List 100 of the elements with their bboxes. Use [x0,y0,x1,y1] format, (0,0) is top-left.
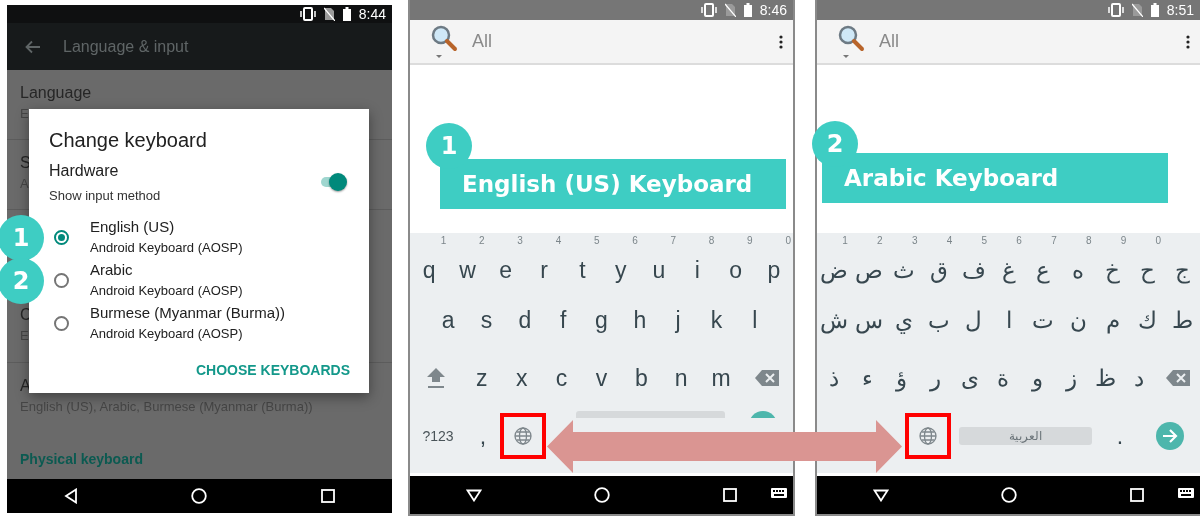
keyboard-key[interactable]: n [661,352,702,404]
down-triangle-icon[interactable] [466,488,483,502]
keyboard-key[interactable]: i [678,249,717,291]
home-icon[interactable] [191,488,208,504]
recents-icon[interactable] [1129,488,1144,502]
keyboard-key[interactable]: d [505,294,544,346]
keyboard-icon[interactable] [771,488,787,500]
home-icon[interactable] [594,487,611,503]
keyboard-key[interactable]: د [1122,352,1156,404]
shift-icon [425,367,446,389]
status-time: 8:51 [1166,0,1194,20]
keyboard-key[interactable]: c [541,352,582,404]
back-arrow-icon[interactable] [25,39,41,54]
radio-button[interactable] [54,230,69,245]
keyboard-key[interactable]: ن [1060,294,1096,346]
keyboard-key[interactable]: h [620,294,659,346]
status-time: 8:46 [759,0,787,20]
keyboard-key[interactable]: ى [952,352,987,404]
keyboard-key[interactable]: ة [986,352,1021,404]
more-icon[interactable] [779,34,783,49]
keyboard-key[interactable]: r [524,249,564,291]
key-hint: 4 [946,234,953,248]
keyboard-key[interactable]: m [701,352,742,404]
keyboard-key[interactable]: b [621,352,662,404]
keyboard-key[interactable]: ق [921,249,957,291]
option-label[interactable]: English (US) [90,217,243,237]
back-icon[interactable] [63,488,78,504]
option-label[interactable]: Arabic [90,260,243,280]
keyboard-key[interactable]: y [601,249,640,291]
choose-keyboards-link[interactable]: CHOOSE KEYBOARDS [195,360,350,381]
keyboard-key[interactable]: ?123 [410,410,466,462]
keyboard-key[interactable]: ث [886,249,922,291]
keyboard-key[interactable]: , [466,410,500,462]
magnifier-icon[interactable] [837,23,865,60]
keyboard-key[interactable]: ح [1130,249,1166,291]
keyboard-key[interactable]: z [461,352,502,404]
keyboard-key[interactable] [500,413,546,459]
recents-icon[interactable] [321,489,336,503]
radio-button[interactable] [54,273,69,288]
keyboard-key[interactable]: ف [956,249,992,291]
key-hint: 3 [517,234,523,248]
keyboard-key[interactable]: e [486,249,525,291]
keyboard-key[interactable]: ط [1165,294,1200,346]
keyboard-key[interactable]: ه [1060,249,1096,291]
keyboard-key[interactable]: j [658,294,698,346]
keyboard-key[interactable]: ب [921,294,957,346]
keyboard-key[interactable]: ش [817,294,852,346]
keyboard-key[interactable]: ي [886,294,922,346]
option-label[interactable]: Burmese (Myanmar (Burma)) [90,303,286,323]
keyboard-key[interactable]: خ [1095,249,1131,291]
keyboard-key[interactable]: ظ [1088,352,1123,404]
keyboard-icon[interactable] [1178,488,1194,500]
keyboard-key[interactable]: a [429,294,468,346]
keyboard-key[interactable]: و [1020,352,1055,404]
keyboard-key[interactable]: ء [850,352,885,404]
screen-title: Language & input [63,36,189,57]
keyboard-key[interactable]: ع [1025,249,1061,291]
no-sim-icon [323,7,335,21]
keyboard-key[interactable]: f [544,294,583,346]
keyboard-key[interactable]: ل [956,294,992,346]
keyboard-key[interactable]: ر [918,352,953,404]
keyboard-key[interactable]: t [563,249,602,291]
keyboard-key[interactable]: ت [1025,294,1061,346]
keyboard-key[interactable]: ض [817,249,852,291]
keyboard-key[interactable]: س [851,294,887,346]
keyboard-key[interactable] [905,413,951,459]
space-bar[interactable]: العربية [951,410,1100,462]
keyboard-key[interactable]: p [754,249,793,291]
keyboard-key[interactable]: q [410,249,449,291]
keyboard-key[interactable]: ك [1130,294,1166,346]
toggle-switch[interactable] [321,171,347,191]
keyboard-key[interactable]: x [501,352,542,404]
home-icon[interactable] [1001,487,1018,503]
keyboard-key[interactable]: s [467,294,506,346]
keyboard-key[interactable]: o [716,249,755,291]
keyboard-key[interactable]: u [639,249,679,291]
keyboard-key[interactable]: م [1095,294,1131,346]
category-header: Physical keyboard [19,450,144,469]
key-hint: 4 [555,234,562,248]
keyboard-key[interactable]: l [735,294,774,346]
keyboard-key[interactable]: ص [851,249,887,291]
keyboard-key[interactable]: ز [1054,352,1089,404]
keyboard-key[interactable]: w [448,249,487,291]
keyboard-key[interactable]: . [1100,410,1140,462]
keyboard-key[interactable]: k [697,294,736,346]
magnifier-icon[interactable] [430,23,458,60]
keyboard-key[interactable]: v [581,352,622,404]
more-icon[interactable] [1186,34,1190,49]
keyboard-key[interactable]: ا [991,294,1026,346]
keyboard-key[interactable]: ذ [817,352,851,404]
keyboard-key[interactable]: غ [991,249,1026,291]
key-hint: 8 [1085,234,1092,248]
globe-icon [514,427,532,445]
recents-icon[interactable] [722,488,737,502]
keyboard-key[interactable]: g [582,294,621,346]
radio-button[interactable] [54,316,69,331]
keyboard-key[interactable]: ؤ [884,352,919,404]
backspace-icon [1165,370,1190,386]
keyboard-key[interactable]: ج [1165,249,1200,291]
down-triangle-icon[interactable] [873,488,890,502]
